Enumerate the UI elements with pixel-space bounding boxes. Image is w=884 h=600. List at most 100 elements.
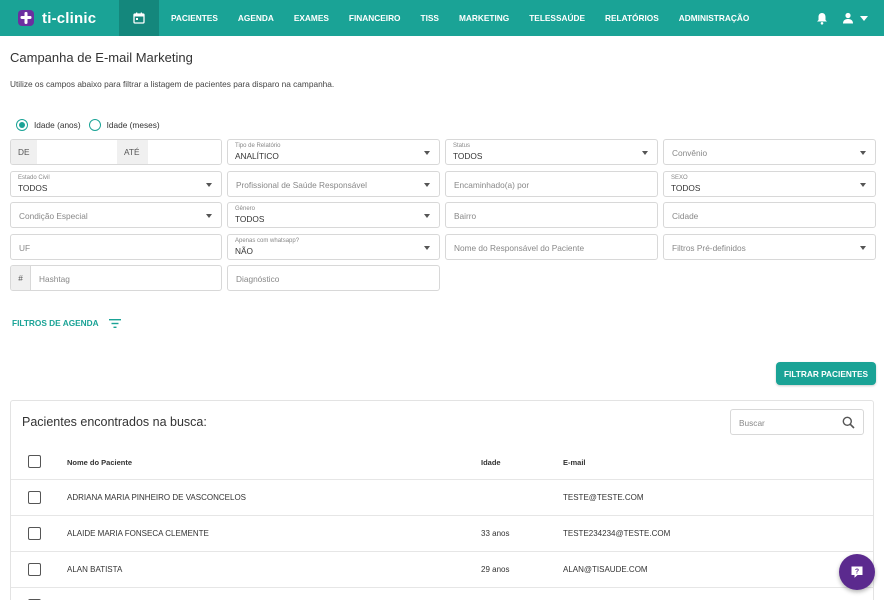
column-header-email[interactable]: E-mail [563,458,586,467]
radio-checked-icon [16,119,28,131]
chevron-down-icon [424,246,430,250]
radio-idade-anos[interactable]: Idade (anos) [16,119,81,131]
field-placeholder: UF [19,243,31,253]
cell-email: ALAN@TISAUDE.COM [563,565,648,574]
calendar-button[interactable] [119,0,159,36]
field-placeholder: Condição Especial [19,211,88,221]
field-value: ANALÍTICO [235,151,279,161]
filtrar-pacientes-button[interactable]: FILTRAR PACIENTES [776,362,876,385]
user-menu[interactable] [842,12,868,24]
tipo-relatorio-select[interactable]: Tipo de Relatório ANALÍTICO [227,139,440,165]
nav-administracao[interactable]: ADMINISTRAÇÃO [679,13,750,23]
nav-tiss[interactable]: TISS [421,13,439,23]
column-header-name[interactable]: Nome do Paciente [67,458,132,467]
chevron-down-icon [642,151,648,155]
filtros-agenda-label: FILTROS DE AGENDA [12,318,99,328]
field-label: Estado Civil [18,175,50,181]
diagnostico-input[interactable]: Diagnóstico [227,265,440,291]
field-value: TODOS [235,214,265,224]
column-header-age[interactable]: Idade [481,458,501,467]
condicao-especial-select[interactable]: Condição Especial [10,202,222,228]
age-mode-radio-group: Idade (anos) Idade (meses) [16,119,168,131]
field-value: NÃO [235,246,253,256]
page-description: Utilize os campos abaixo para filtrar a … [10,79,335,89]
row-checkbox[interactable] [28,491,41,504]
nav-agenda[interactable]: AGENDA [238,13,274,23]
bairro-input[interactable]: Bairro [445,202,658,228]
age-from-input[interactable] [37,140,117,164]
field-placeholder: Diagnóstico [236,274,280,284]
search-placeholder: Buscar [739,418,765,428]
status-select[interactable]: Status TODOS [445,139,658,165]
brand-name: ti-clinic [42,9,97,27]
nav-exames[interactable]: EXAMES [294,13,329,23]
field-label: Tipo de Relatório [235,143,281,149]
field-value: TODOS [453,151,483,161]
chevron-down-icon [860,151,866,155]
whatsapp-select[interactable]: Apenas com whatsapp? NÃO [227,234,440,260]
field-placeholder: Nome do Responsável do Paciente [454,243,585,253]
field-placeholder: Profissional de Saúde Responsável [236,180,367,190]
logo-icon [18,10,34,26]
table-row[interactable]: ALAN BATISTA 29 anos ALAN@TISAUDE.COM [11,552,873,588]
cell-email: TESTE@TESTE.COM [563,493,644,502]
bell-icon[interactable] [816,12,828,25]
caret-down-icon [860,15,868,21]
field-placeholder: Hashtag [39,274,70,284]
search-icon[interactable] [842,416,855,429]
select-all-checkbox[interactable] [28,455,41,468]
top-navbar: ti-clinic PACIENTES AGENDA EXAMES FINANC… [0,0,884,36]
results-title: Pacientes encontrados na busca: [22,415,207,429]
responsavel-input[interactable]: Nome do Responsável do Paciente [445,234,658,260]
chevron-down-icon [424,151,430,155]
page-title: Campanha de E-mail Marketing [10,50,193,65]
svg-text:?: ? [855,569,859,576]
radio-idade-meses[interactable]: Idade (meses) [88,119,160,131]
convenio-select[interactable]: Convênio [663,139,876,165]
field-placeholder: Cidade [672,211,699,221]
field-label: SEXO [671,175,688,181]
table-row[interactable] [11,588,873,600]
uf-input[interactable]: UF [10,234,222,260]
filtros-predefinidos-select[interactable]: Filtros Pré-definidos [663,234,876,260]
table-row[interactable]: ALAIDE MARIA FONSECA CLEMENTE 33 anos TE… [11,516,873,552]
table-row[interactable]: ADRIANA MARIA PINHEIRO DE VASCONCELOS TE… [11,480,873,516]
radio-unchecked-icon [88,119,101,131]
help-button[interactable]: ? [839,554,875,590]
field-label: Status [453,143,471,149]
cell-email: TESTE234234@TESTE.COM [563,529,671,538]
encaminhado-input[interactable]: Encaminhado(a) por [445,171,658,197]
ate-addon: ATÉ [117,140,148,164]
field-placeholder: Filtros Pré-definidos [672,243,746,253]
radio-label: Idade (anos) [34,120,81,130]
filtros-agenda-toggle[interactable]: FILTROS DE AGENDA [12,318,121,328]
nav-relatorios[interactable]: RELATÓRIOS [605,13,659,23]
nav-financeiro[interactable]: FINANCEIRO [349,13,401,23]
cidade-input[interactable]: Cidade [663,202,876,228]
age-to-input[interactable] [148,140,221,164]
help-icon: ? [851,566,863,578]
chevron-down-icon [860,246,866,250]
age-range-field: DE ATÉ [10,139,222,165]
nav-telessaude[interactable]: TELESSAÚDE [529,13,585,23]
chevron-down-icon [860,183,866,187]
nav-marketing[interactable]: MARKETING [459,13,509,23]
search-input[interactable]: Buscar [730,409,864,435]
main-nav: PACIENTES AGENDA EXAMES FINANCEIRO TISS … [171,0,769,36]
table-header: Nome do Paciente Idade E-mail [11,443,873,480]
row-checkbox[interactable] [28,527,41,540]
estado-civil-select[interactable]: Estado Civil TODOS [10,171,222,197]
chevron-down-icon [206,183,212,187]
sexo-select[interactable]: SEXO TODOS [663,171,876,197]
cell-name: ALAN BATISTA [67,565,123,574]
brand-logo[interactable]: ti-clinic [0,0,119,36]
cell-age: 33 anos [481,529,510,538]
profissional-select[interactable]: Profissional de Saúde Responsável [227,171,440,197]
hashtag-input[interactable]: Hashtag [31,266,221,290]
nav-pacientes[interactable]: PACIENTES [171,13,218,23]
hashtag-field: # Hashtag [10,265,222,291]
row-checkbox[interactable] [28,563,41,576]
field-label: Apenas com whatsapp? [235,238,300,244]
genero-select[interactable]: Gênero TODOS [227,202,440,228]
top-right-actions [816,0,868,36]
